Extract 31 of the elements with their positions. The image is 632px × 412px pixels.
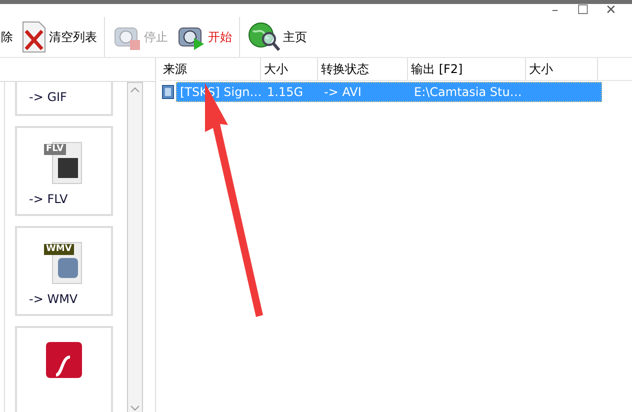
format-tile[interactable]: -> GIF <box>15 82 113 116</box>
clear-button[interactable]: 清空列表 <box>20 17 98 57</box>
minimize-button[interactable]: – <box>548 4 562 17</box>
maximize-button[interactable]: ☐ <box>576 4 590 17</box>
column-header[interactable]: 大小 <box>526 58 598 80</box>
flash-file-icon <box>46 342 82 378</box>
close-button[interactable]: ✕ <box>604 4 618 17</box>
format-label: -> FLV <box>28 191 68 208</box>
column-header[interactable]: 大小 <box>261 58 318 80</box>
format-badge: WMV <box>44 244 74 255</box>
globe-magnifier-icon <box>247 21 281 53</box>
format-badge: FLV <box>44 144 66 155</box>
format-tile[interactable]: WMV -> WMV <box>15 226 113 316</box>
format-tile[interactable] <box>15 326 113 412</box>
table-cell: E:\Camtasia Stu… <box>414 84 522 98</box>
start-button[interactable]: 开始 <box>175 17 233 57</box>
column-header[interactable]: 来源 <box>160 58 261 80</box>
column-header[interactable]: 转换状态 <box>318 58 408 80</box>
home-button[interactable]: 主页 <box>246 17 308 57</box>
remove-button[interactable]: 除 <box>0 17 14 57</box>
format-tile[interactable]: FLV -> FLV <box>15 126 113 216</box>
table-cell: -> AVI <box>324 84 362 98</box>
format-label: -> WMV <box>28 291 78 308</box>
video-file-icon <box>162 84 174 98</box>
scroll-up-icon <box>130 87 140 93</box>
format-label: -> GIF <box>28 89 67 106</box>
scrollbar[interactable] <box>127 82 143 412</box>
column-header[interactable]: 输出 [F2] <box>408 58 526 80</box>
scroll-down-icon <box>130 405 140 411</box>
cross-document-icon <box>21 21 47 53</box>
table-cell: 1.15G <box>267 84 304 98</box>
